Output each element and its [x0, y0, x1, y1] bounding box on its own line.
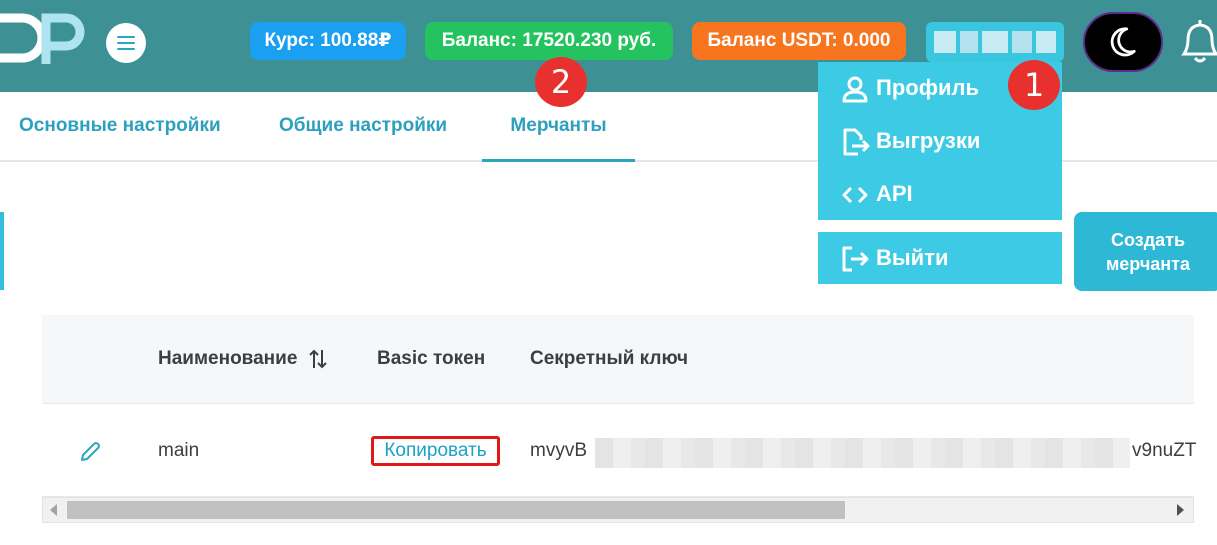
scrollbar-thumb[interactable]: [67, 501, 845, 519]
user-menu-button[interactable]: [926, 22, 1064, 62]
horizontal-scrollbar[interactable]: [42, 497, 1194, 523]
moon-icon: [1110, 27, 1136, 57]
secret-key-redacted: [595, 438, 1130, 468]
logo-icon[interactable]: [0, 10, 86, 66]
column-header-name-label: Наименование: [158, 348, 298, 369]
scroll-right-arrow-icon[interactable]: [1177, 504, 1184, 516]
export-file-icon: [843, 128, 870, 156]
menu-item-exports-label: Выгрузки: [876, 128, 981, 153]
copy-token-link[interactable]: Копировать: [371, 436, 500, 466]
step-badge-1: 1: [1008, 60, 1060, 110]
tab-main-settings[interactable]: Основные настройки: [19, 92, 221, 162]
column-header-secret-key: Секретный ключ: [530, 348, 689, 369]
create-merchant-label-line2: мерчанта: [1105, 254, 1191, 274]
merchant-name: main: [158, 440, 200, 461]
bell-icon[interactable]: [1178, 14, 1217, 64]
theme-toggle-button[interactable]: [1083, 12, 1163, 72]
menu-item-profile[interactable]: Профиль: [840, 68, 979, 108]
balance-badge: Баланс: 17520.230 руб.: [425, 22, 673, 60]
sort-icon[interactable]: [307, 348, 329, 370]
menu-item-logout-label: Выйти: [876, 245, 949, 270]
usdt-balance-badge: Баланс USDT: 0.000: [692, 22, 906, 60]
dropdown-logout-section: Выйти: [818, 232, 1062, 284]
secret-key-suffix: v9nuZT: [1132, 440, 1197, 461]
table-row: main Копировать mvyvB v9nuZT: [42, 403, 1197, 497]
column-header-basic-token: Basic токен: [377, 348, 486, 369]
step-badge-2: 2: [535, 57, 587, 107]
pencil-edit-icon[interactable]: [78, 440, 102, 464]
left-edge-button[interactable]: [0, 212, 4, 290]
menu-item-profile-label: Профиль: [876, 75, 979, 100]
hamburger-menu-button[interactable]: [106, 23, 146, 63]
code-icon: [842, 187, 868, 204]
user-icon: [842, 76, 868, 103]
menu-item-api[interactable]: API: [840, 174, 913, 214]
column-header-name[interactable]: Наименование: [158, 315, 329, 403]
logout-icon: [842, 246, 869, 272]
tab-general-settings[interactable]: Общие настройки: [279, 92, 447, 162]
secret-key-prefix: mvyvB: [530, 440, 587, 461]
menu-item-logout[interactable]: Выйти: [840, 238, 949, 278]
create-merchant-button[interactable]: Создать мерчанта: [1074, 212, 1217, 291]
merchants-table-header: Наименование Basic токен Секретный ключ: [42, 315, 1194, 403]
dropdown-divider: [818, 220, 1062, 232]
menu-item-api-label: API: [876, 181, 913, 206]
create-merchant-label-line1: Создать: [1110, 230, 1186, 250]
exchange-rate-badge: Курс: 100.88₽: [250, 22, 406, 60]
scroll-left-arrow-icon[interactable]: [50, 504, 57, 516]
menu-item-exports[interactable]: Выгрузки: [840, 121, 980, 161]
